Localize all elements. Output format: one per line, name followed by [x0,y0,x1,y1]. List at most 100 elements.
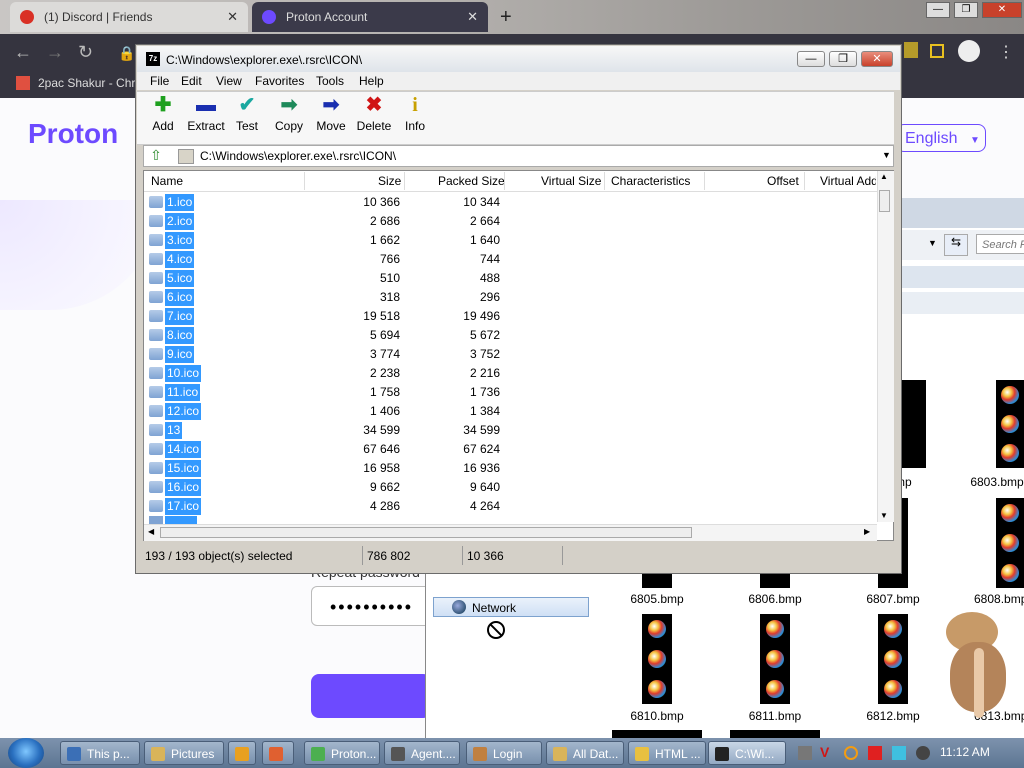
tray-monitor-icon[interactable] [892,746,906,760]
chevron-down-icon[interactable]: ▼ [882,150,891,160]
test-button[interactable]: ✔ Test [225,94,269,133]
close-tab-icon[interactable]: ✕ [467,9,478,25]
taskbar-button[interactable]: This p... [60,741,140,765]
column-divider[interactable] [704,172,705,190]
bmp-thumbnail[interactable] [878,614,908,704]
add-button[interactable]: ✚ Add [141,94,185,133]
language-selector[interactable]: English ▼ [896,124,986,152]
table-row[interactable]: 15.ico 16 958 16 936 [146,459,876,478]
extract-button[interactable]: ▬ Extract [184,94,228,133]
explorer-search-input[interactable]: Search P [976,234,1024,254]
taskbar-button[interactable]: All Dat... [546,741,624,765]
repeat-password-input[interactable]: •••••••••• [311,586,431,626]
menu-edit[interactable]: Edit [181,74,202,88]
table-row[interactable]: 1.ico 10 366 10 344 [146,193,876,212]
taskbar-button[interactable] [228,741,256,765]
menu-help[interactable]: Help [359,74,384,88]
scroll-down-icon[interactable]: ▼ [880,511,888,520]
column-divider[interactable] [304,172,305,190]
desktop-pet-hamster[interactable] [940,612,1010,732]
back-icon[interactable]: ← [14,42,32,63]
tray-icon[interactable] [798,746,812,760]
menu-favorites[interactable]: Favorites [255,74,304,88]
start-button[interactable] [8,738,44,768]
column-packed-size[interactable]: Packed Size [438,174,505,188]
table-row[interactable]: 3.ico 1 662 1 640 [146,231,876,250]
table-row[interactable]: 9.ico 3 774 3 752 [146,345,876,364]
scroll-right-icon[interactable]: ▶ [864,527,870,536]
column-divider[interactable] [404,172,405,190]
column-size[interactable]: Size [378,174,401,188]
vertical-scrollbar[interactable] [877,171,894,522]
new-tab-icon[interactable]: + [500,6,512,29]
tray-search-icon[interactable] [844,746,858,760]
column-name[interactable]: Name [151,174,183,188]
table-row[interactable]: 16.ico 9 662 9 640 [146,478,876,497]
tab-proton-account[interactable]: Proton Account ✕ [252,2,488,32]
column-divider[interactable] [504,172,505,190]
table-row[interactable]: 5.ico 510 488 [146,269,876,288]
taskbar-button[interactable] [262,741,294,765]
maximize-icon[interactable]: ❐ [954,2,978,18]
table-row[interactable]: 11.ico 1 758 1 736 [146,383,876,402]
forward-icon[interactable]: → [46,42,64,63]
column-offset[interactable]: Offset [767,174,799,188]
sidepanel-icon[interactable] [930,44,944,58]
delete-button[interactable]: ✖ Delete [352,94,396,133]
bmp-thumbnail[interactable] [642,574,672,588]
close-button[interactable]: ✕ [861,51,893,67]
scroll-left-icon[interactable]: ◀ [148,527,154,536]
column-virtual-size[interactable]: Virtual Size [541,174,601,188]
folder-up-icon[interactable]: ⇧ [146,147,166,165]
minimize-icon[interactable]: — [926,2,950,18]
reload-icon[interactable]: ↻ [78,42,93,63]
minimize-button[interactable]: — [797,51,825,67]
bmp-thumbnail[interactable] [996,498,1024,588]
maximize-button[interactable]: ❐ [829,51,857,67]
bmp-thumbnail[interactable] [642,614,672,704]
bmp-thumbnail[interactable] [760,574,790,588]
clock[interactable]: 11:12 AM [940,745,990,759]
vertical-scroll-thumb[interactable] [879,190,890,212]
chevron-down-icon[interactable]: ▼ [928,238,937,248]
close-tab-icon[interactable]: ✕ [227,9,238,25]
tray-volume-icon[interactable] [916,746,930,760]
bmp-thumbnail[interactable] [996,380,1024,468]
menu-file[interactable]: File [150,74,169,88]
tray-v-icon[interactable]: V [820,744,834,760]
create-account-button[interactable] [311,674,431,718]
scroll-up-icon[interactable]: ▲ [880,172,888,181]
bmp-thumbnail[interactable] [730,730,820,738]
table-row[interactable]: 10.ico 2 238 2 216 [146,364,876,383]
column-divider[interactable] [804,172,805,190]
menu-kebab-icon[interactable]: ⋮ [998,42,1014,62]
tray-flag-icon[interactable] [868,746,882,760]
taskbar-button[interactable]: HTML ... [628,741,706,765]
taskbar-button[interactable]: Proton... [304,741,380,765]
table-row[interactable]: 2.ico 2 686 2 664 [146,212,876,231]
taskbar-button[interactable]: Pictures [144,741,224,765]
extension-icon[interactable] [904,42,918,58]
table-row[interactable]: 7.ico 19 518 19 496 [146,307,876,326]
table-row[interactable]: 8.ico 5 694 5 672 [146,326,876,345]
table-row[interactable]: 13 34 599 34 599 [146,421,876,440]
taskbar-button[interactable]: C:\Wi... [708,741,786,765]
refresh-icon[interactable]: ⇆ [944,234,968,256]
table-row[interactable]: 17.ico 4 286 4 264 [146,497,876,516]
horizontal-scroll-thumb[interactable] [160,527,692,538]
taskbar-button[interactable]: Agent.... [384,741,460,765]
bookmark-2pac[interactable]: 2pac Shakur - Chro [38,76,142,90]
table-row[interactable]: 4.ico 766 744 [146,250,876,269]
column-divider[interactable] [604,172,605,190]
taskbar-button[interactable]: Login [466,741,542,765]
table-row[interactable]: 14.ico 67 646 67 624 [146,440,876,459]
path-input[interactable]: C:\Windows\explorer.exe\.rsrc\ICON\ [200,149,396,163]
tab-discord[interactable]: (1) Discord | Friends ✕ [10,2,248,32]
copy-button[interactable]: ➡ Copy [267,94,311,133]
table-row[interactable]: 12.ico 1 406 1 384 [146,402,876,421]
close-window-icon[interactable]: ✕ [982,2,1022,18]
column-virtual-address[interactable]: Virtual Add [820,174,876,188]
menu-view[interactable]: View [216,74,242,88]
bmp-thumbnail[interactable] [612,730,702,738]
profile-avatar-icon[interactable] [958,40,980,62]
